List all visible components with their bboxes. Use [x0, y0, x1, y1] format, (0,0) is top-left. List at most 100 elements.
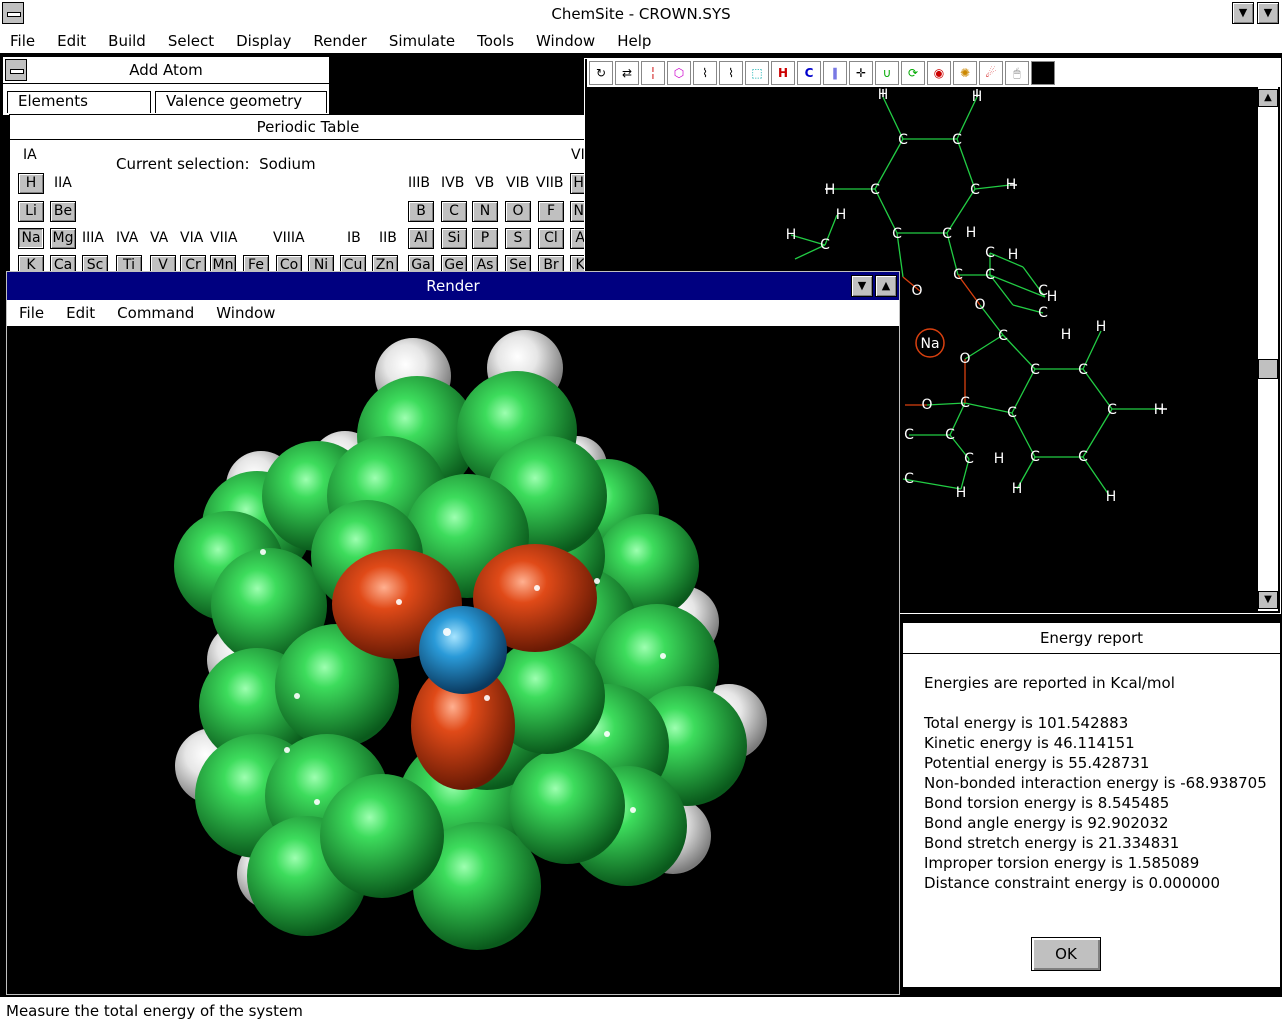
tool-mouse-icon[interactable]: 🖱 [1005, 61, 1029, 85]
menu-select[interactable]: Select [168, 32, 214, 50]
energy-total: Total energy is 101.542883 [924, 714, 1129, 732]
svg-text:C: C [952, 132, 962, 148]
tool-minimize-icon[interactable]: ◉ [927, 61, 951, 85]
group-label-iiib: IIIB [408, 175, 430, 191]
svg-text:H: H [836, 207, 847, 223]
periodic-table-title: Periodic Table [10, 115, 606, 140]
tool-hydrogen-icon[interactable]: H [771, 61, 795, 85]
tool-torsion-icon[interactable]: ⟳ [901, 61, 925, 85]
element-al[interactable]: Al [408, 228, 434, 249]
status-bar: Measure the total energy of the system [0, 996, 1282, 1026]
tool-measure-icon[interactable]: ∥ [823, 61, 847, 85]
group-label-iiia: IIIA [82, 230, 104, 246]
energy-kinetic: Kinetic energy is 46.114151 [924, 734, 1135, 752]
svg-text:C: C [1107, 402, 1117, 418]
group-label-viiia: VIIIA [273, 230, 305, 246]
tool-chain2-icon[interactable]: ⌇ [719, 61, 743, 85]
tool-light-icon[interactable]: ✺ [953, 61, 977, 85]
menu-window[interactable]: Window [536, 32, 595, 50]
element-c[interactable]: C [441, 201, 467, 222]
svg-text:C: C [985, 245, 995, 261]
energy-report-title: Energy report [903, 623, 1280, 654]
group-label-iib: IIB [379, 230, 397, 246]
tool-translate-icon[interactable]: ⇄ [615, 61, 639, 85]
add-atom-title: Add Atom [129, 61, 203, 79]
energy-distance-constraint: Distance constraint energy is 0.000000 [924, 874, 1221, 892]
menu-build[interactable]: Build [108, 32, 146, 50]
tool-select-icon[interactable]: ⬚ [745, 61, 769, 85]
tab-valence-geometry[interactable]: Valence geometry [155, 91, 327, 113]
element-cl[interactable]: Cl [538, 228, 564, 249]
element-mg[interactable]: Mg [50, 228, 76, 249]
sodium-sphere [419, 606, 507, 694]
svg-text:H: H [1008, 247, 1019, 263]
tool-bond-icon[interactable]: ╎ [641, 61, 665, 85]
svg-text:C: C [953, 267, 963, 283]
scroll-down-icon[interactable]: ▼ [1258, 591, 1278, 609]
svg-text:H: H [966, 225, 977, 241]
render-menu-command[interactable]: Command [117, 304, 194, 322]
scroll-thumb[interactable] [1258, 359, 1278, 379]
tool-ring-icon[interactable]: ⬡ [667, 61, 691, 85]
element-na[interactable]: Na [18, 228, 44, 249]
element-h[interactable]: H [18, 173, 44, 194]
element-n[interactable]: N [472, 201, 498, 222]
svg-text:O: O [974, 297, 985, 313]
tool-magnet-icon[interactable]: ∪ [875, 61, 899, 85]
svg-text:O: O [959, 351, 970, 367]
menu-edit[interactable]: Edit [57, 32, 86, 50]
system-menu-icon[interactable] [2, 2, 24, 24]
tool-spray-icon[interactable]: ☄ [979, 61, 1003, 85]
tool-rotate-icon[interactable]: ↻ [589, 61, 613, 85]
scroll-up-icon[interactable]: ▲ [1258, 89, 1278, 107]
element-p[interactable]: P [472, 228, 498, 249]
render-menu-file[interactable]: File [19, 304, 44, 322]
svg-text:H: H [1006, 177, 1017, 193]
element-s[interactable]: S [505, 228, 531, 249]
svg-text:O: O [921, 397, 932, 413]
tool-chain-icon[interactable]: ⌇ [693, 61, 717, 85]
render-maximize-button[interactable]: ▲ [875, 275, 897, 297]
render-title-bar: Render ▼ ▲ [7, 272, 899, 300]
element-li[interactable]: Li [18, 201, 44, 222]
element-be[interactable]: Be [50, 201, 76, 222]
minimize-button[interactable]: ▼ [1232, 2, 1254, 24]
menu-render[interactable]: Render [313, 32, 366, 50]
svg-text:C: C [904, 427, 914, 443]
menu-display[interactable]: Display [236, 32, 291, 50]
tab-elements[interactable]: Elements [7, 91, 151, 113]
tool-carbon-icon[interactable]: C [797, 61, 821, 85]
svg-text:H: H [878, 87, 889, 103]
structure-vscrollbar[interactable]: ▲ ▼ [1257, 87, 1278, 611]
svg-text:H: H [1012, 481, 1023, 497]
current-selection-value: Sodium [259, 155, 316, 173]
energy-potential: Potential energy is 55.428731 [924, 754, 1150, 772]
svg-text:C: C [942, 226, 952, 242]
spacefill-render[interactable] [7, 326, 899, 994]
element-f[interactable]: F [538, 201, 564, 222]
menu-tools[interactable]: Tools [477, 32, 514, 50]
render-menu-window[interactable]: Window [216, 304, 275, 322]
element-b[interactable]: B [408, 201, 434, 222]
element-si[interactable]: Si [441, 228, 467, 249]
ok-button[interactable]: OK [1031, 937, 1101, 971]
menu-file[interactable]: File [10, 32, 35, 50]
menu-simulate[interactable]: Simulate [389, 32, 455, 50]
restore-button[interactable]: ▼ [1257, 2, 1279, 24]
element-o[interactable]: O [505, 201, 531, 222]
group-label-ib: IB [347, 230, 361, 246]
render-menu-edit[interactable]: Edit [66, 304, 95, 322]
group-label-ivb: IVB [441, 175, 465, 191]
menu-help[interactable]: Help [617, 32, 651, 50]
add-atom-window: Add Atom Elements Valence geometry [2, 56, 330, 116]
tool-center-icon[interactable]: ✛ [849, 61, 873, 85]
svg-text:C: C [960, 395, 970, 411]
tool-color-icon[interactable] [1031, 61, 1055, 85]
add-atom-system-icon[interactable] [5, 59, 27, 81]
svg-text:H: H [786, 227, 797, 243]
app-title: ChemSite - CROWN.SYS [551, 5, 731, 23]
energy-units-note: Energies are reported in Kcal/mol [924, 674, 1175, 692]
render-window: Render ▼ ▲ File Edit Command Window [6, 271, 900, 995]
render-minimize-button[interactable]: ▼ [851, 275, 873, 297]
periodic-table-panel: Periodic Table IA Current selection: Sod… [9, 114, 607, 276]
